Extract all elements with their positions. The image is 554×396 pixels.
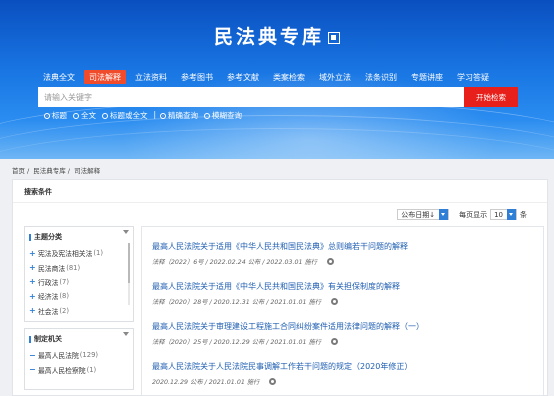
nav-item-reference-books[interactable]: 参考图书 [176,70,218,84]
sort-select[interactable]: 公布日期↓ [397,209,450,220]
share-icon[interactable] [269,378,277,385]
scope-option-title-or-fulltext[interactable]: 标题或全文 [102,110,148,121]
plus-icon: + [29,306,36,316]
nav-item-judicial-interpretation[interactable]: 司法解释 [84,70,126,84]
topic-filter-header[interactable]: 主题分类 [25,227,133,246]
result-meta: 法释〔2022〕6号 / 2022.02.24 公布 / 2022.03.01 … [152,257,408,266]
scrollbar[interactable] [128,243,130,305]
radio-icon [102,112,108,119]
share-icon[interactable] [331,298,339,305]
radio-checked-icon [160,112,167,119]
filter-sidebar: 主题分类 + 宪法及宪法相关法 (1) + 民法商法 (81) + 行政法 (7) + 经济法… [24,226,134,390]
minus-icon: − [29,365,36,375]
result-title-link[interactable]: 最高人民法院关于适用《中华人民共和国民法典》总则编若干问题的解释 [152,241,408,252]
site-title-text: 民法典专库 [213,26,324,48]
plus-icon: + [29,291,36,301]
scope-option-fulltext[interactable]: 全文 [73,110,96,121]
plus-icon: + [29,263,36,273]
plus-icon: + [29,277,36,287]
collapse-chevron-icon[interactable] [123,230,129,234]
authority-filter-box: 制定机关 − 最高人民法院 (129) − 最高人民检察院 (1) [24,328,134,390]
logo-square-icon [328,32,340,44]
nav-item-article-recognition[interactable]: 法条识别 [360,70,402,84]
results-list: 最高人民法院关于适用《中华人民共和国民法典》总则编若干问题的解释 法释〔2022… [141,226,544,396]
result-meta: 法释〔2020〕28号 / 2020.12.31 公布 / 2021.01.01… [152,297,400,306]
nav-item-reference-literature[interactable]: 参考文献 [222,70,264,84]
breadcrumb-separator: / [27,167,30,175]
result-meta: 2020.12.29 公布 / 2021.01.01 施行 [152,377,412,386]
result-item: 最高人民法院关于适用《中华人民共和国民法典》有关担保制度的解释 法释〔2020〕… [152,281,400,306]
radio-icon [204,112,211,119]
result-title-link[interactable]: 最高人民法院关于审理建设工程施工合同纠纷案件适用法律问题的解释（一） [152,321,424,332]
chevron-down-icon [439,209,449,220]
header-bar-icon [29,335,31,343]
per-page-label: 每页显示 [459,210,488,219]
topic-filter-box: 主题分类 + 宪法及宪法相关法 (1) + 民法商法 (81) + 行政法 (7) + 经济法… [24,226,134,322]
site-title: 民法典专库 [0,22,554,49]
minus-icon: − [29,350,36,360]
breadcrumb-separator: / [67,167,70,175]
sort-bar: 公布日期↓ 每页显示 10 条 [397,209,527,220]
search-options: 标题 全文 标题或全文 | 精确查询 模糊查询 [44,110,248,121]
share-icon[interactable] [331,338,339,345]
authority-filter-title: 制定机关 [34,335,62,343]
breadcrumb-current: 司法解释 [74,167,101,175]
topic-item[interactable]: + 民法商法 (81) [25,260,133,274]
collapse-chevron-icon[interactable] [123,332,129,336]
main-nav: 法典全文 司法解释 立法资料 参考图书 参考文献 类案检索 域外立法 法条识别 … [38,70,498,84]
header-bar-icon [29,233,31,241]
result-item: 最高人民法院关于适用《中华人民共和国民法典》总则编若干问题的解释 法释〔2022… [152,241,408,266]
search-panel: 搜索条件 公布日期↓ 每页显示 10 条 主题分类 + 宪法及宪法相关法 (1) +… [12,179,548,396]
nav-item-foreign-legislation[interactable]: 域外立法 [314,70,356,84]
authority-item[interactable]: − 最高人民检察院 (1) [25,362,133,376]
topic-filter-title: 主题分类 [34,233,62,241]
result-item: 最高人民法院关于审理建设工程施工合同纠纷案件适用法律问题的解释（一） 法释〔20… [152,321,424,346]
divider [13,202,547,203]
radio-checked-icon [44,112,50,119]
banner: 民法典专库 法典全文 司法解释 立法资料 参考图书 参考文献 类案检索 域外立法… [0,0,554,159]
search-bar: 开始检索 [38,87,518,107]
nav-item-lectures[interactable]: 专题讲座 [406,70,448,84]
topic-item[interactable]: + 经济法 (8) [25,289,133,303]
share-icon[interactable] [327,258,335,265]
authority-filter-header[interactable]: 制定机关 [25,329,133,348]
search-input[interactable] [38,87,464,107]
chevron-down-icon [507,209,516,220]
authority-item[interactable]: − 最高人民法院 (129) [25,348,133,362]
result-title-link[interactable]: 最高人民法院关于适用《中华人民共和国民法典》有关担保制度的解释 [152,281,400,292]
radio-icon [73,112,79,119]
result-meta: 法释〔2020〕25号 / 2020.12.29 公布 / 2021.01.01… [152,337,424,346]
match-option-exact[interactable]: 精确查询 [160,110,198,121]
topic-item[interactable]: + 宪法及宪法相关法 (1) [25,246,133,260]
per-page-value: 10 [494,210,503,219]
topic-item[interactable]: + 行政法 (7) [25,275,133,289]
option-separator: | [153,110,157,119]
panel-title: 搜索条件 [24,188,52,196]
result-item: 最高人民法院关于人民法院民事调解工作若干问题的规定（2020年修正） 2020.… [152,361,412,386]
breadcrumb-library[interactable]: 民法典专库 [33,167,66,175]
nav-item-full-text[interactable]: 法典全文 [38,70,80,84]
search-button[interactable]: 开始检索 [464,87,518,107]
nav-item-qa[interactable]: 学习答疑 [452,70,494,84]
plus-icon: + [29,248,36,258]
breadcrumb: 首页 / 民法典专库 / 司法解释 [12,165,102,175]
sort-select-value: 公布日期↓ [401,210,436,219]
nav-item-legislative-materials[interactable]: 立法资料 [130,70,172,84]
per-page-unit: 条 [520,210,527,219]
per-page-select[interactable]: 10 [490,209,517,220]
match-option-fuzzy[interactable]: 模糊查询 [204,110,242,121]
nav-item-case-search[interactable]: 类案检索 [268,70,310,84]
topic-item[interactable]: + 社会法 (2) [25,304,133,318]
result-title-link[interactable]: 最高人民法院关于人民法院民事调解工作若干问题的规定（2020年修正） [152,361,412,372]
breadcrumb-home[interactable]: 首页 [12,167,25,175]
scope-option-title[interactable]: 标题 [44,110,67,121]
